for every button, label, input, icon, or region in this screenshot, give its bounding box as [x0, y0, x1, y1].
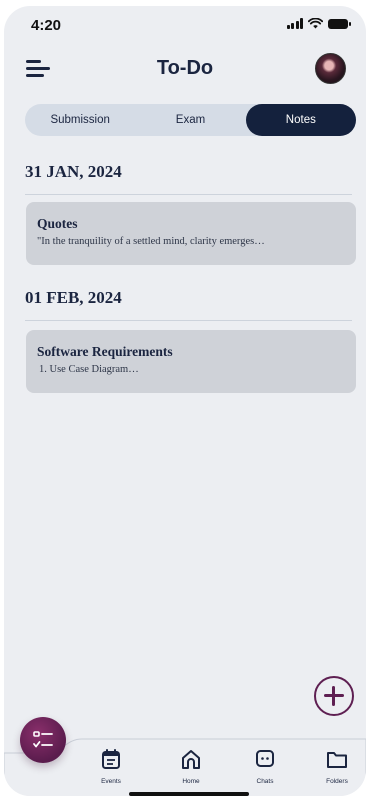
- chat-icon: [256, 750, 274, 767]
- nav-events[interactable]: Events: [86, 748, 136, 785]
- status-icons: [286, 18, 351, 29]
- phone-screen: 4:20 To-Do Submission Exam Notes 31 JAN,…: [4, 6, 366, 796]
- tab-submission[interactable]: Submission: [25, 104, 135, 136]
- folder-icon: [327, 752, 347, 768]
- status-time: 4:20: [31, 17, 62, 34]
- note-title: Software Requirements: [37, 344, 173, 359]
- calendar-icon: [102, 749, 120, 769]
- status-bar: 4:20: [4, 6, 366, 42]
- note-card[interactable]: Quotes "In the tranquility of a settled …: [26, 202, 356, 265]
- checklist-icon: [33, 731, 53, 748]
- tab-exam[interactable]: Exam: [135, 104, 245, 136]
- wifi-icon: [308, 18, 323, 29]
- section-date: 01 FEB, 2024: [25, 288, 352, 321]
- tasks-fab-button[interactable]: [20, 717, 66, 763]
- home-icon: [182, 750, 200, 769]
- note-snippet: "In the tranquility of a settled mind, c…: [37, 236, 265, 247]
- add-note-button[interactable]: [314, 676, 354, 716]
- header: To-Do: [4, 50, 366, 90]
- nav-folders[interactable]: Folders: [312, 748, 362, 785]
- battery-icon: [328, 18, 351, 29]
- nav-chats[interactable]: Chats: [240, 748, 290, 785]
- section-date: 31 JAN, 2024: [25, 162, 352, 195]
- home-indicator: [129, 792, 249, 796]
- note-snippet: 1. Use Case Diagram…: [39, 364, 139, 375]
- nav-label: Home: [182, 778, 200, 785]
- note-title: Quotes: [37, 216, 78, 231]
- page-title: To-Do: [156, 57, 214, 79]
- tab-notes[interactable]: Notes: [245, 104, 356, 136]
- tab-bar: Submission Exam Notes: [25, 104, 356, 136]
- nav-label: Events: [101, 778, 121, 785]
- note-card[interactable]: Software Requirements 1. Use Case Diagra…: [26, 330, 356, 393]
- avatar[interactable]: [315, 53, 346, 84]
- signal-icon: [286, 18, 303, 29]
- nav-label: Folders: [326, 778, 348, 785]
- nav-home[interactable]: Home: [166, 748, 216, 785]
- nav-label: Chats: [256, 778, 274, 785]
